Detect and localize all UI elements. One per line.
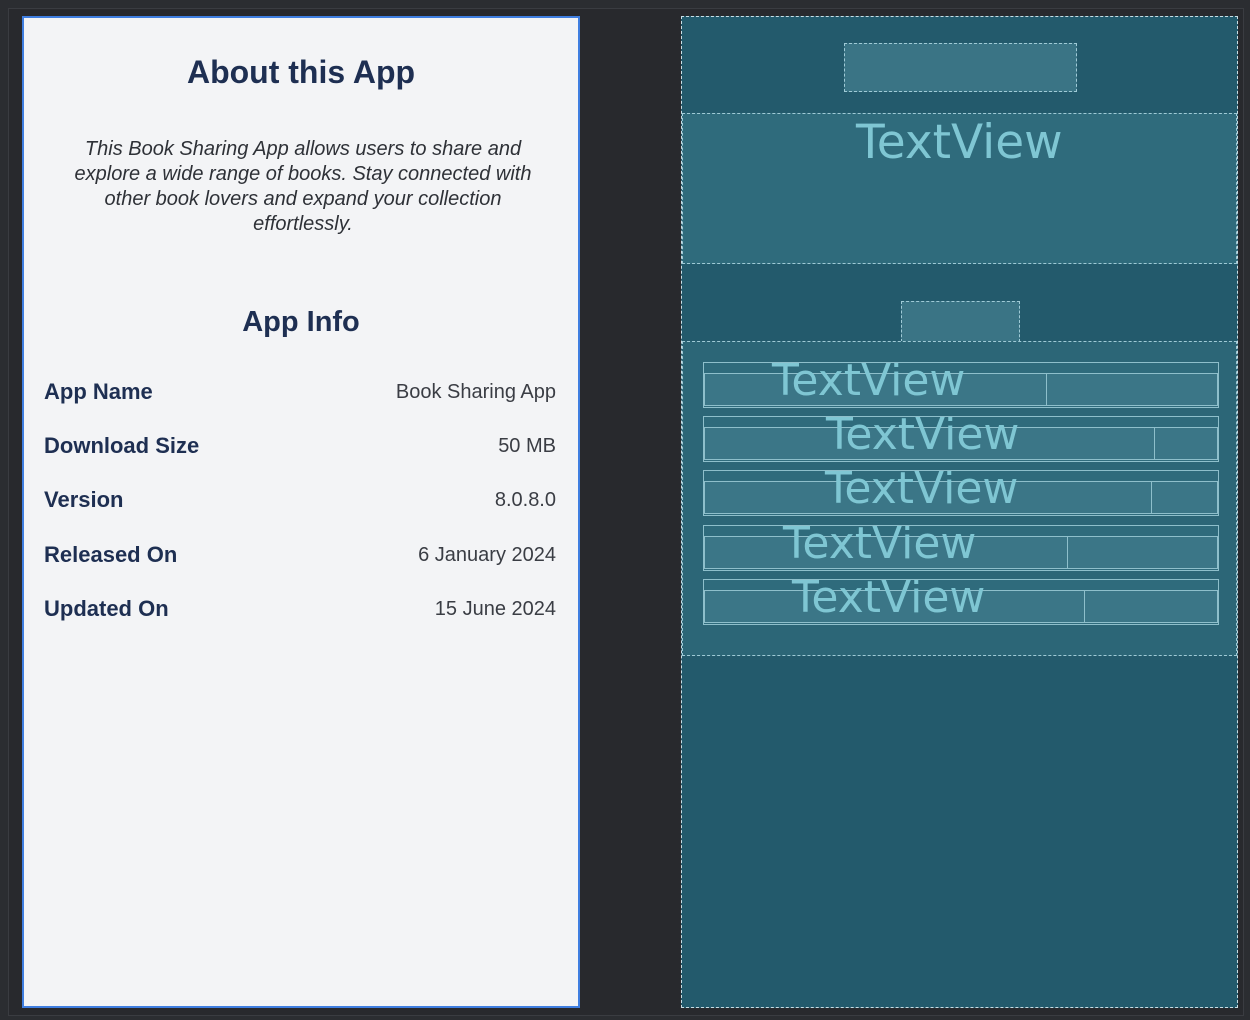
info-row-app-name: App Name Book Sharing App [44, 374, 556, 410]
blueprint-row-value[interactable] [1067, 536, 1218, 569]
design-preview[interactable]: About this App This Book Sharing App all… [22, 16, 580, 1008]
info-value: 6 January 2024 [418, 543, 556, 566]
info-label: App Name [44, 379, 153, 404]
info-value: 15 June 2024 [434, 597, 556, 620]
blueprint-row-text: TextView [826, 416, 1020, 460]
blueprint-row-value[interactable] [1046, 373, 1218, 406]
about-title: About this App [186, 54, 416, 90]
info-row-updated-on: Updated On 15 June 2024 [44, 591, 556, 627]
blueprint-row[interactable]: TextView [703, 470, 1219, 516]
blueprint-row[interactable]: TextView [703, 416, 1219, 462]
blueprint-title-box[interactable] [844, 43, 1077, 92]
blueprint-row-value[interactable] [1084, 590, 1218, 623]
info-label: Download Size [44, 433, 200, 458]
blueprint-row[interactable]: TextView [703, 362, 1219, 408]
about-description: This Book Sharing App allows users to sh… [74, 138, 532, 235]
info-row-download-size: Download Size 50 MB [44, 428, 556, 464]
app-info-title: App Info [242, 306, 360, 338]
blueprint-row-text: TextView [792, 579, 986, 623]
blueprint-row-text: TextView [772, 362, 966, 406]
info-label: Updated On [44, 596, 169, 621]
info-row-version: Version 8.0.8.0 [44, 482, 556, 518]
info-row-released-on: Released On 6 January 2024 [44, 537, 556, 573]
blueprint-row-text: TextView [825, 470, 1019, 514]
blueprint-info-title-box[interactable] [901, 301, 1020, 342]
blueprint-textview-label: TextView [856, 115, 1063, 170]
info-value: 8.0.8.0 [494, 488, 556, 511]
blueprint-row-text: TextView [783, 525, 977, 569]
info-value: Book Sharing App [395, 380, 556, 403]
info-label: Released On [44, 542, 178, 567]
blueprint-preview[interactable]: TextView TextView TextView TextView Text… [681, 16, 1238, 1008]
blueprint-row-value[interactable] [1151, 481, 1218, 514]
info-label: Version [44, 487, 124, 512]
blueprint-row[interactable]: TextView [703, 525, 1219, 571]
blueprint-row[interactable]: TextView [703, 579, 1219, 625]
blueprint-row-value[interactable] [1154, 427, 1218, 460]
info-value: 50 MB [498, 434, 556, 457]
